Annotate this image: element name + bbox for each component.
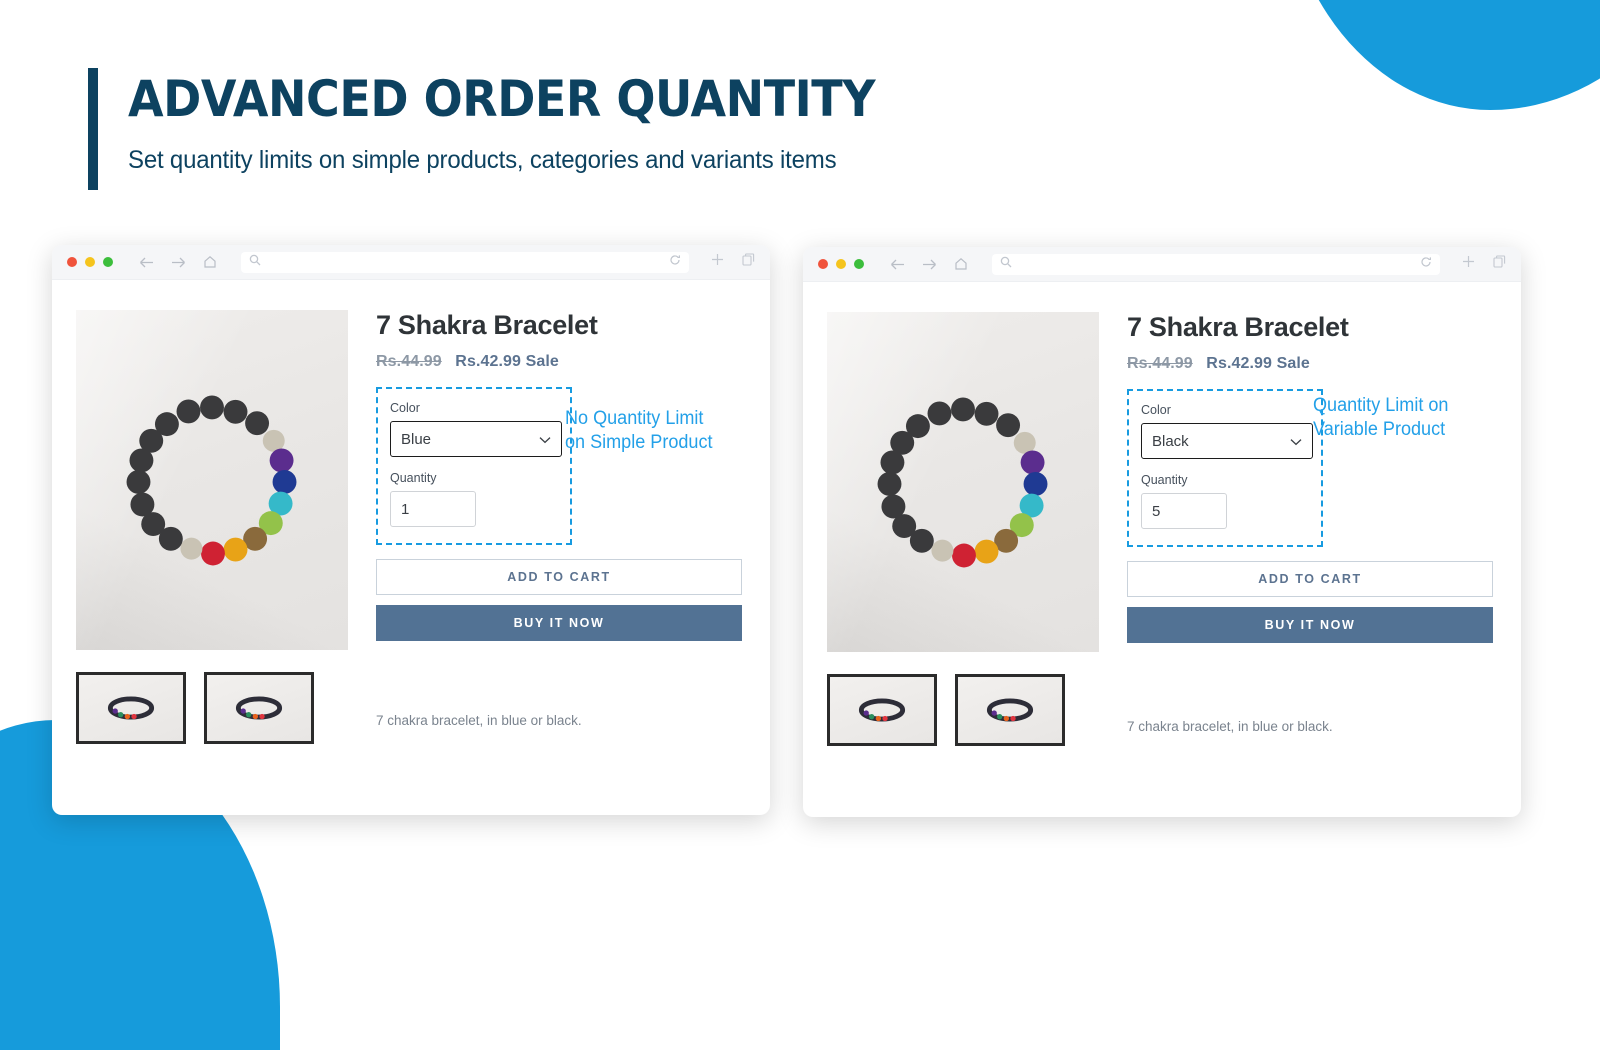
header-accent-bar xyxy=(88,68,98,190)
original-price: Rs.44.99 xyxy=(376,353,442,370)
browser-window-simple-product: 7 Shakra Bracelet Rs.44.99 Rs.42.99 Sale… xyxy=(52,245,770,815)
close-dot-icon[interactable] xyxy=(67,257,77,267)
color-label: Color xyxy=(1141,403,1171,417)
thumbnail-1[interactable] xyxy=(76,672,186,744)
quantity-input[interactable]: 1 xyxy=(390,491,476,527)
color-select[interactable]: Black xyxy=(1141,423,1313,459)
product-hero-image[interactable] xyxy=(76,310,348,650)
navigation-buttons xyxy=(890,257,968,271)
browser-window-variable-product: 7 Shakra Bracelet Rs.44.99 Rs.42.99 Sale… xyxy=(803,247,1521,817)
chrome-right-actions xyxy=(711,253,755,271)
add-to-cart-button[interactable]: ADD TO CART xyxy=(376,559,742,595)
browser-chrome xyxy=(803,247,1521,282)
product-description: 7 chakra bracelet, in blue or black. xyxy=(1127,719,1333,734)
forward-arrow-icon[interactable] xyxy=(922,258,937,271)
traffic-lights xyxy=(67,257,113,267)
maximize-dot-icon[interactable] xyxy=(854,259,864,269)
color-select-value: Black xyxy=(1152,432,1189,450)
original-price: Rs.44.99 xyxy=(1127,355,1193,372)
copy-tabs-icon[interactable] xyxy=(742,253,755,271)
maximize-dot-icon[interactable] xyxy=(103,257,113,267)
chevron-down-icon xyxy=(1290,433,1302,450)
product-hero-image[interactable] xyxy=(827,312,1099,652)
quantity-options-highlight: Color Blue Quantity 1 xyxy=(376,387,572,545)
page-subtitle: Set quantity limits on simple products, … xyxy=(128,146,837,174)
quantity-options-highlight: Color Black Quantity 5 xyxy=(1127,389,1323,547)
chrome-right-actions xyxy=(1462,255,1506,273)
product-info-column: 7 Shakra Bracelet Rs.44.99 Rs.42.99 Sale… xyxy=(1099,312,1493,746)
bracelet-thumb-icon xyxy=(235,696,283,720)
color-label: Color xyxy=(390,401,420,415)
product-info-column: 7 Shakra Bracelet Rs.44.99 Rs.42.99 Sale… xyxy=(348,310,742,744)
bracelet-illustration xyxy=(877,397,1048,568)
annotation-variable-product: Quantity Limit on Variable Product xyxy=(1313,395,1449,441)
quantity-label: Quantity xyxy=(390,471,437,485)
reload-icon[interactable] xyxy=(1420,255,1432,273)
browser-chrome xyxy=(52,245,770,280)
minimize-dot-icon[interactable] xyxy=(85,257,95,267)
color-select[interactable]: Blue xyxy=(390,421,562,457)
thumbnail-1[interactable] xyxy=(827,674,937,746)
bracelet-thumb-icon xyxy=(986,698,1034,722)
quantity-value: 5 xyxy=(1152,502,1161,520)
price-row: Rs.44.99 Rs.42.99 Sale xyxy=(376,353,742,371)
reload-icon[interactable] xyxy=(669,253,681,271)
sale-price: Rs.42.99 Sale xyxy=(455,353,559,370)
back-arrow-icon[interactable] xyxy=(890,258,905,271)
quantity-label: Quantity xyxy=(1141,473,1188,487)
quantity-input[interactable]: 5 xyxy=(1141,493,1227,529)
minimize-dot-icon[interactable] xyxy=(836,259,846,269)
forward-arrow-icon[interactable] xyxy=(171,256,186,269)
product-thumbnails xyxy=(76,672,348,744)
annotation-simple-product: No Quantity Limit on Simple Product xyxy=(565,408,713,454)
color-select-value: Blue xyxy=(401,430,432,448)
decorative-blob-top-right xyxy=(1280,0,1600,110)
address-bar[interactable] xyxy=(992,253,1440,275)
buy-it-now-button[interactable]: BUY IT NOW xyxy=(1127,607,1493,643)
address-bar[interactable] xyxy=(241,251,689,273)
page-header: ADVANCED ORDER QUANTITY Set quantity lim… xyxy=(88,68,940,190)
product-media-column xyxy=(76,310,348,744)
back-arrow-icon[interactable] xyxy=(139,256,154,269)
copy-tabs-icon[interactable] xyxy=(1493,255,1506,273)
buy-it-now-button[interactable]: BUY IT NOW xyxy=(376,605,742,641)
price-row: Rs.44.99 Rs.42.99 Sale xyxy=(1127,355,1493,373)
search-icon xyxy=(1000,255,1012,273)
product-thumbnails xyxy=(827,674,1099,746)
thumbnail-2[interactable] xyxy=(204,672,314,744)
bracelet-illustration xyxy=(126,395,297,566)
product-description: 7 chakra bracelet, in blue or black. xyxy=(376,713,582,728)
page-title: ADVANCED ORDER QUANTITY xyxy=(128,70,876,128)
close-dot-icon[interactable] xyxy=(818,259,828,269)
plus-icon[interactable] xyxy=(1462,255,1475,273)
product-media-column xyxy=(827,312,1099,746)
home-icon[interactable] xyxy=(954,257,968,271)
chevron-down-icon xyxy=(539,431,551,448)
product-page: 7 Shakra Bracelet Rs.44.99 Rs.42.99 Sale… xyxy=(803,282,1521,746)
home-icon[interactable] xyxy=(203,255,217,269)
plus-icon[interactable] xyxy=(711,253,724,271)
add-to-cart-button[interactable]: ADD TO CART xyxy=(1127,561,1493,597)
bracelet-thumb-icon xyxy=(107,696,155,720)
product-title: 7 Shakra Bracelet xyxy=(1127,312,1349,342)
product-page: 7 Shakra Bracelet Rs.44.99 Rs.42.99 Sale… xyxy=(52,280,770,744)
traffic-lights xyxy=(818,259,864,269)
product-title: 7 Shakra Bracelet xyxy=(376,310,598,340)
sale-price: Rs.42.99 Sale xyxy=(1206,355,1310,372)
bracelet-thumb-icon xyxy=(858,698,906,722)
quantity-value: 1 xyxy=(401,500,410,518)
search-icon xyxy=(249,253,261,271)
thumbnail-2[interactable] xyxy=(955,674,1065,746)
navigation-buttons xyxy=(139,255,217,269)
